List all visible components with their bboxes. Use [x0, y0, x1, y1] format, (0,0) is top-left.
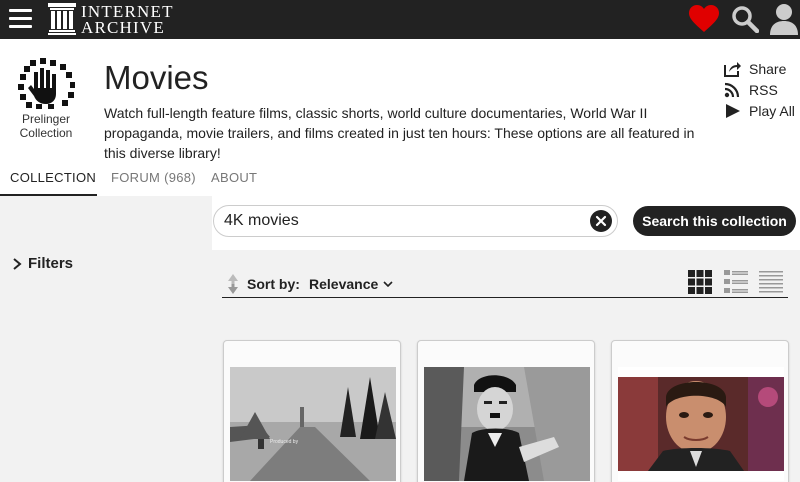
- chevron-down-icon: [383, 281, 393, 287]
- collection-search-input[interactable]: [224, 210, 584, 232]
- collection-actions: Share RSS Play All: [724, 58, 800, 121]
- chevron-right-icon: [13, 257, 22, 270]
- logo-text-line-1: Prelinger: [21, 112, 71, 126]
- search-icon[interactable]: [731, 5, 759, 33]
- grid-view-icon[interactable]: [688, 270, 712, 294]
- rss-button[interactable]: RSS: [724, 79, 800, 100]
- sort-dropdown[interactable]: Relevance: [309, 276, 393, 292]
- play-icon: [726, 103, 740, 118]
- filters-sidebar: [0, 196, 212, 482]
- result-thumbnail: Produced by: [230, 367, 396, 481]
- clear-search-icon[interactable]: [590, 210, 612, 232]
- play-all-label: Play All: [749, 102, 795, 119]
- logo-text: INTERNET ARCHIVE: [81, 3, 174, 37]
- logo-line-2: ARCHIVE: [81, 18, 165, 37]
- menu-icon[interactable]: [9, 9, 32, 28]
- heart-icon[interactable]: [689, 5, 719, 33]
- result-card[interactable]: [611, 340, 789, 482]
- collection-description: Watch full-length feature films, classic…: [104, 105, 695, 161]
- sort-bar: Sort by: Relevance: [222, 262, 788, 298]
- list-view-icon[interactable]: [724, 270, 748, 294]
- sort-value: Relevance: [309, 276, 379, 292]
- rss-label: RSS: [749, 81, 778, 98]
- share-icon: [724, 61, 741, 77]
- tab-about[interactable]: ABOUT: [211, 170, 257, 196]
- filters-label: Filters: [28, 255, 74, 272]
- prelinger-hand-icon: [18, 58, 75, 109]
- sort-direction-icon[interactable]: [226, 273, 240, 295]
- result-card[interactable]: Produced by: [223, 340, 401, 482]
- page-title: Movies: [104, 59, 209, 96]
- collection-logo: Prelinger Collection: [12, 58, 80, 140]
- compact-view-icon[interactable]: [759, 270, 783, 294]
- archive-temple-icon: [48, 3, 76, 35]
- collection-search-box: [213, 205, 618, 237]
- share-button[interactable]: Share: [724, 58, 800, 79]
- thumbnail-caption: Produced by: [270, 439, 299, 445]
- rss-icon: [724, 82, 740, 97]
- share-label: Share: [749, 60, 787, 77]
- filters-toggle[interactable]: Filters: [12, 255, 73, 272]
- result-card[interactable]: [417, 340, 595, 482]
- logo-text-line-2: Collection: [19, 126, 73, 140]
- tab-collection[interactable]: COLLECTION: [0, 170, 97, 196]
- sort-label: Sort by:: [247, 276, 300, 292]
- search-collection-button[interactable]: Search this collection: [633, 206, 796, 236]
- result-thumbnail: [424, 367, 590, 481]
- tab-forum[interactable]: FORUM (968): [111, 170, 196, 196]
- result-thumbnail: [618, 367, 784, 481]
- internet-archive-logo[interactable]: INTERNET ARCHIVE: [48, 3, 178, 36]
- play-all-button[interactable]: Play All: [724, 100, 800, 121]
- top-navigation-bar: INTERNET ARCHIVE: [0, 0, 800, 39]
- user-icon[interactable]: [770, 3, 798, 35]
- collection-logo-text: Prelinger Collection: [12, 112, 80, 140]
